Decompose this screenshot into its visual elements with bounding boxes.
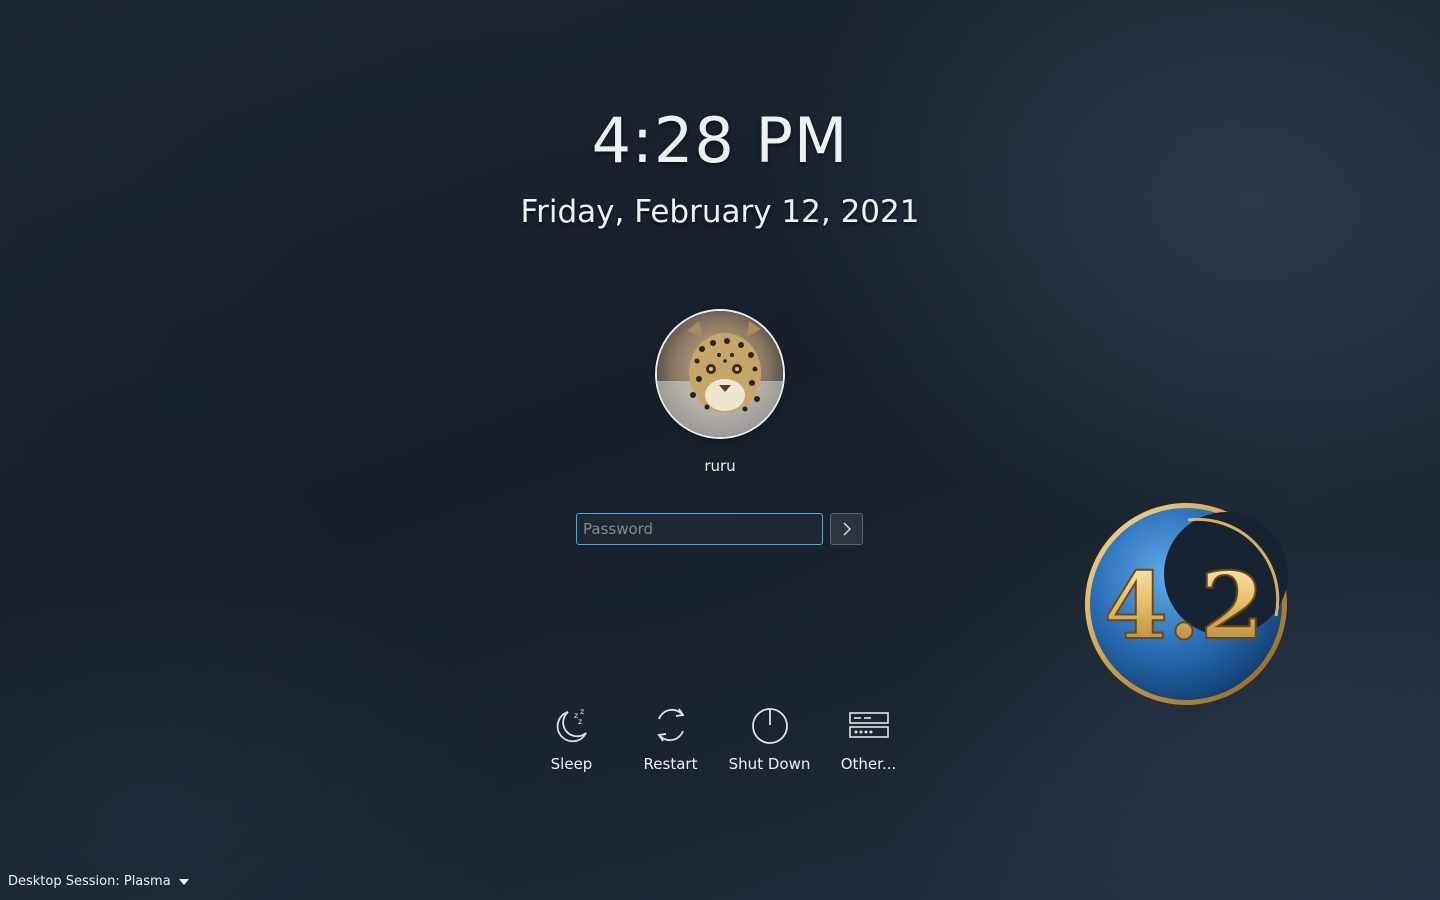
svg-text:z: z (580, 707, 584, 716)
sleep-button[interactable]: z z z Sleep (522, 700, 621, 773)
power-actions: z z z Sleep Restart Shut Down Other... (522, 700, 918, 773)
sleep-moon-icon: z z z (547, 700, 597, 750)
svg-text:z: z (578, 717, 582, 726)
desktop-session-selector[interactable]: Desktop Session: Plasma (8, 874, 189, 889)
power-icon (745, 700, 795, 750)
password-input[interactable] (576, 513, 823, 545)
restart-icon (646, 700, 696, 750)
leopard-avatar-icon (657, 311, 783, 437)
other-button[interactable]: Other... (819, 700, 918, 773)
username-label: ruru (704, 457, 736, 475)
sleep-label: Sleep (550, 755, 593, 773)
clock-date: Friday, February 12, 2021 (520, 194, 920, 230)
chevron-right-icon (843, 522, 851, 536)
version-logo: 4.2 (1080, 498, 1292, 710)
restart-label: Restart (643, 755, 698, 773)
user-avatar (657, 311, 783, 437)
desktop-session-label: Desktop Session: Plasma (8, 874, 171, 889)
other-label: Other... (840, 755, 897, 773)
switch-user-icon (844, 700, 894, 750)
restart-button[interactable]: Restart (621, 700, 720, 773)
shutdown-button[interactable]: Shut Down (720, 700, 819, 773)
clock-time: 4:28 PM (591, 104, 849, 177)
version-logo-text: 4.2 (1104, 552, 1264, 660)
login-button[interactable] (830, 513, 863, 545)
caret-down-icon (178, 878, 189, 885)
shutdown-label: Shut Down (728, 755, 811, 773)
